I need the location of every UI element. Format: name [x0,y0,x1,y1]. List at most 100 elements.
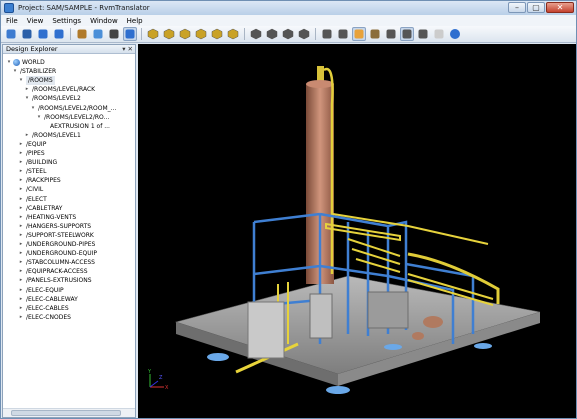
edit-button[interactable] [75,27,89,41]
scrollbar-thumb[interactable] [11,410,121,416]
tree-item[interactable]: ▸/ROOMS/LEVEL1 [24,131,81,140]
panel-header: Design Explorer ▾ ✕ [3,45,135,54]
expand-toggle-icon[interactable]: ▸ [18,213,24,222]
tree-item[interactable]: ▸/ELEC-CABLES [18,304,69,313]
tree-item[interactable]: ▸/UNDERGROUND-EQUIP [18,249,97,258]
expand-toggle-icon[interactable]: ▸ [18,167,24,176]
tree-item[interactable]: AEXTRUSION 1 of ... [42,122,110,131]
tree-item[interactable]: ▾/ROOMS/LEVEL2/ROOM_... [30,104,117,113]
tree-item[interactable]: ▾/ROOMS/LEVEL2 [24,94,81,103]
shaded-button[interactable] [352,27,366,41]
satellite-button[interactable] [91,27,105,41]
tree-item[interactable]: ▾/STABILIZER [12,67,56,76]
menu-window[interactable]: Window [90,17,118,25]
expand-toggle-icon[interactable]: ▸ [18,276,24,285]
expand-toggle-icon[interactable]: ▸ [18,195,24,204]
menu-settings[interactable]: Settings [52,17,81,25]
cube-view-1-button[interactable] [146,27,160,41]
cube-view-5-button[interactable] [210,27,224,41]
tree-item[interactable]: ▸/PANELS-EXTRUSIONS [18,276,92,285]
tree-item[interactable]: ▸/CABLETRAY [18,204,63,213]
expand-toggle-icon[interactable]: ▸ [18,231,24,240]
iso-view-1-button[interactable] [249,27,263,41]
expand-toggle-icon[interactable]: ▸ [18,258,24,267]
tree-item[interactable]: ▸/ROOMS/LEVEL/RACK [24,85,95,94]
open-button[interactable] [4,27,18,41]
expand-toggle-icon[interactable]: ▾ [6,58,12,67]
select-button[interactable] [400,27,414,41]
cube-view-3-button[interactable] [178,27,192,41]
minimize-button[interactable]: – [508,2,526,13]
tree-item[interactable]: ▸/HANGERS-SUPPORTS [18,222,91,231]
tree-item[interactable]: ▸/ELEC-CNODES [18,313,71,322]
tree-item[interactable]: ▾/ROOMS [18,76,55,86]
tree-item[interactable]: ▸/ELEC-CABLEWAY [18,295,78,304]
tree-item[interactable]: ▾/ROOMS/LEVEL2/RO... [36,113,110,122]
expand-toggle-icon[interactable]: ▸ [18,222,24,231]
expand-toggle-icon[interactable]: ▸ [18,286,24,295]
tree-item[interactable]: ▸/BUILDING [18,158,57,167]
expand-toggle-icon[interactable]: ▸ [18,313,24,322]
tree-item[interactable]: ▸/STABCOLUMN-ACCESS [18,258,95,267]
tree-item[interactable]: ▸/ELEC-EQUIP [18,286,64,295]
save-button[interactable] [20,27,34,41]
expand-toggle-icon[interactable]: ▸ [18,185,24,194]
3d-viewport[interactable]: X Y Z [138,44,576,418]
tree-item[interactable]: ▸/PIPES [18,149,45,158]
expand-toggle-icon[interactable]: ▸ [18,149,24,158]
wireframe-button[interactable] [416,27,430,41]
tree-item[interactable]: ▾ WORLD [6,58,45,67]
expand-toggle-icon[interactable]: ▸ [18,267,24,276]
iso-view-4-button[interactable] [297,27,311,41]
tree-item[interactable]: ▸/EQUIP [18,140,47,149]
cube-view-4-button[interactable] [194,27,208,41]
maximize-button[interactable]: ▢ [527,2,545,13]
tree-item[interactable]: ▸/STEEL [18,167,47,176]
tree-item[interactable]: ▸/CIVIL [18,185,43,194]
orbit-button[interactable] [123,27,137,41]
cube-view-2-button[interactable] [162,27,176,41]
fit-button[interactable] [336,27,350,41]
iso-view-2-button[interactable] [265,27,279,41]
horizontal-scrollbar[interactable] [3,408,135,417]
measure-button[interactable] [384,27,398,41]
zoom-button[interactable] [320,27,334,41]
add-icon [38,29,48,39]
tree-item[interactable]: ▸/SUPPORT-STEELWORK [18,231,94,240]
expand-toggle-icon[interactable]: ▸ [18,304,24,313]
expand-toggle-icon[interactable]: ▸ [18,158,24,167]
tree-item[interactable]: ▸/RACKPIPES [18,176,61,185]
expand-toggle-icon[interactable]: ▸ [24,131,30,140]
expand-toggle-icon[interactable]: ▾ [30,104,36,113]
measure-icon [386,29,396,39]
close-button[interactable]: ✕ [546,2,574,13]
expand-toggle-icon[interactable]: ▸ [18,204,24,213]
expand-toggle-icon[interactable]: ▸ [18,240,24,249]
cube-view-6-button[interactable] [226,27,240,41]
blank-button[interactable] [432,27,446,41]
expand-toggle-icon[interactable]: ▾ [24,94,30,103]
tree-item[interactable]: ▸/HEATING-VENTS [18,213,76,222]
clip-box-button[interactable] [368,27,382,41]
tree-item[interactable]: ▸/ELECT [18,195,47,204]
expand-toggle-icon[interactable]: ▸ [18,249,24,258]
tree-item[interactable]: ▸/UNDERGROUND-PIPES [18,240,96,249]
search-button[interactable] [107,27,121,41]
remove-button[interactable] [52,27,66,41]
menu-help[interactable]: Help [127,17,143,25]
menu-file[interactable]: File [6,17,18,25]
expand-toggle-icon[interactable]: ▸ [18,176,24,185]
help-button[interactable] [448,27,462,41]
tree-item[interactable]: ▸/EQUIPRACK-ACCESS [18,267,88,276]
design-tree[interactable]: ▾ WORLD ▾/STABILIZER ▾/ROOMS ▸/ROOMS/LEVEL/R… [3,54,135,409]
menu-view[interactable]: View [27,17,44,25]
add-button[interactable] [36,27,50,41]
iso-view-3-button[interactable] [281,27,295,41]
expand-toggle-icon[interactable]: ▸ [18,295,24,304]
panel-buttons[interactable]: ▾ ✕ [122,45,133,54]
expand-toggle-icon[interactable]: ▾ [36,113,42,122]
expand-toggle-icon[interactable]: ▾ [12,67,18,76]
expand-toggle-icon[interactable]: ▸ [24,85,30,94]
expand-toggle-icon[interactable]: ▸ [18,140,24,149]
expand-toggle-icon[interactable]: ▾ [18,76,24,85]
